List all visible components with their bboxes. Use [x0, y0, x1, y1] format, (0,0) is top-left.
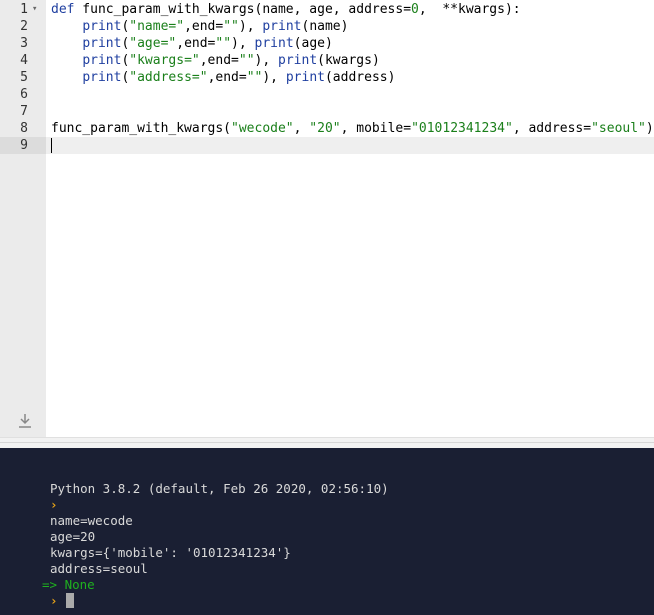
line-number: 2 [20, 19, 28, 34]
code-token: "" [238, 53, 255, 68]
download-icon[interactable] [16, 412, 34, 430]
line-number: 9 [20, 138, 28, 153]
code-token: "seoul" [591, 121, 646, 136]
output-line: address=seoul [50, 561, 148, 576]
code-token: "" [215, 36, 232, 51]
code-token: ,end= [184, 19, 224, 34]
code-token: func_param_with_kwargs(name, age, addres… [74, 2, 412, 17]
fold-toggle-icon[interactable]: ▾ [32, 1, 37, 18]
code-token: 0 [411, 2, 419, 17]
code-token: (name) [301, 19, 349, 34]
code-token: , mobile= [340, 121, 412, 136]
code-token: print [82, 36, 122, 51]
code-token: (kwargs) [317, 53, 380, 68]
code-token: ), [231, 36, 255, 51]
code-token: def [51, 2, 75, 17]
code-token: ,end= [199, 53, 239, 68]
code-token: , [293, 121, 310, 136]
code-token: "kwargs=" [129, 53, 200, 68]
code-token: "01012341234" [411, 121, 513, 136]
code-token: print [285, 70, 325, 85]
active-line-highlight [46, 137, 654, 154]
code-token: ) [645, 121, 654, 136]
line-number: 8 [20, 121, 28, 136]
code-line[interactable]: func_param_with_kwargs("wecode", "20", m… [51, 120, 654, 137]
code-line[interactable]: print("name=",end=""), print(name) [51, 18, 348, 35]
code-token: "wecode" [231, 121, 294, 136]
code-token: "" [223, 19, 239, 34]
prompt-icon: › [50, 497, 58, 512]
code-token: (address) [324, 70, 396, 85]
output-line: name=wecode [50, 513, 133, 528]
code-token: print [82, 19, 122, 34]
code-token: print [82, 53, 122, 68]
code-line[interactable]: print("kwargs=",end=""), print(kwargs) [51, 52, 380, 69]
result-line: => None [42, 577, 95, 592]
code-token: ,end= [207, 70, 247, 85]
code-token: ), [254, 53, 279, 68]
line-number: 7 [20, 104, 28, 119]
code-token: "name=" [129, 19, 185, 34]
code-token: "address=" [129, 70, 208, 85]
code-token: ,end= [176, 36, 216, 51]
code-token: "" [246, 70, 263, 85]
code-line[interactable]: print("address=",end=""), print(address) [51, 69, 395, 86]
code-editor[interactable]: 1 2 3 4 5 6 7 8 9 ▾ def func_param_with_kwargs(n… [0, 0, 654, 437]
code-token: print [82, 70, 122, 85]
code-token: print [278, 53, 318, 68]
code-token: ), [262, 70, 286, 85]
line-number: 4 [20, 53, 28, 68]
console-input-cursor[interactable] [66, 593, 74, 608]
output-line: kwargs={'mobile': '01012341234'} [50, 545, 291, 560]
line-number: 6 [20, 87, 28, 102]
code-token: "20" [309, 121, 341, 136]
code-line[interactable]: def func_param_with_kwargs(name, age, ad… [51, 1, 521, 18]
code-token: , **kwargs): [418, 2, 521, 17]
code-token: print [254, 36, 294, 51]
code-token: "age=" [129, 36, 177, 51]
code-token: ), [238, 19, 263, 34]
code-token: print [262, 19, 302, 34]
line-number: 1 [20, 2, 28, 17]
input-prompt-icon: › [50, 593, 58, 608]
line-number: 5 [20, 70, 28, 85]
code-token: (age) [293, 36, 333, 51]
text-cursor [51, 138, 52, 153]
console-panel[interactable]: Python 3.8.2 (default, Feb 26 2020, 02:5… [0, 448, 654, 615]
code-token: func_param_with_kwargs( [51, 121, 232, 136]
code-line[interactable]: print("age=",end=""), print(age) [51, 35, 333, 52]
output-line: age=20 [50, 529, 96, 544]
resize-grip [0, 442, 654, 443]
console-banner: Python 3.8.2 (default, Feb 26 2020, 02:5… [50, 481, 389, 496]
code-token: , address= [512, 121, 592, 136]
line-number: 3 [20, 36, 28, 51]
